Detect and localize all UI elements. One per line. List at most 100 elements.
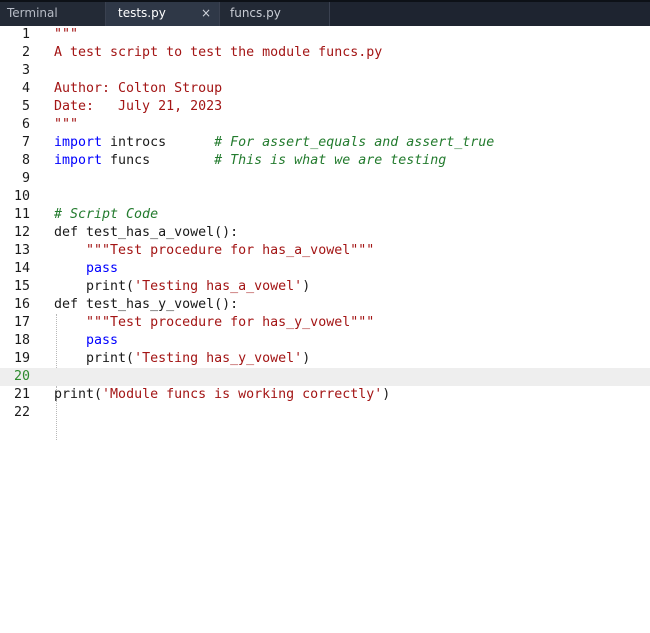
- code-token: print(: [54, 279, 135, 294]
- code-line[interactable]: 4 Author: Colton Stroup: [0, 80, 650, 98]
- code-token: """: [54, 117, 79, 132]
- code-text: import introcs # For assert_equals and a…: [54, 134, 494, 152]
- code-editor[interactable]: 1 """ 2 A test script to test the module fu…: [0, 26, 650, 633]
- code-token: A test script to test the module funcs.p…: [54, 45, 383, 60]
- code-token: print(: [54, 387, 103, 402]
- code-token: def test_has_a_vowel():: [54, 225, 239, 240]
- code-line[interactable]: 11 # Script Code: [0, 206, 650, 224]
- line-number: 15: [13, 279, 30, 294]
- code-token: ): [302, 351, 311, 366]
- tab-funcs-py[interactable]: funcs.py: [220, 2, 330, 26]
- code-line[interactable]: 22: [0, 404, 650, 422]
- code-token: """: [54, 27, 79, 42]
- code-token: def test_has_y_vowel():: [54, 297, 239, 312]
- code-token: # This is what we are testing: [214, 153, 447, 168]
- line-number: 1: [21, 27, 30, 42]
- code-line[interactable]: 17 """Test procedure for has_y_vowel""": [0, 314, 650, 332]
- code-token: 'Testing has_y_vowel': [134, 351, 303, 366]
- code-line[interactable]: 3: [0, 62, 650, 80]
- code-text: A test script to test the module funcs.p…: [54, 44, 382, 62]
- code-line[interactable]: 1 """: [0, 26, 650, 44]
- code-text: import funcs # This is what we are testi…: [54, 152, 446, 170]
- code-token: pass: [86, 261, 119, 276]
- line-number: 21: [13, 387, 30, 402]
- code-line[interactable]: 13 """Test procedure for has_a_vowel""": [0, 242, 650, 260]
- tab-label: tests.py: [118, 6, 166, 20]
- code-line[interactable]: 12 def test_has_a_vowel():: [0, 224, 650, 242]
- code-text: print('Testing has_a_vowel'): [54, 278, 310, 296]
- code-line[interactable]: 10: [0, 188, 650, 206]
- code-line[interactable]: 9: [0, 170, 650, 188]
- line-number: 20: [13, 369, 30, 384]
- line-number: 10: [13, 189, 30, 204]
- code-line[interactable]: 14 pass: [0, 260, 650, 278]
- code-token: # For assert_equals and assert_true: [214, 135, 495, 150]
- code-token: funcs: [102, 153, 215, 168]
- code-token: pass: [86, 333, 119, 348]
- code-text: # Script Code: [54, 206, 158, 224]
- code-text: Author: Colton Stroup: [54, 80, 222, 98]
- line-number: 12: [13, 225, 30, 240]
- line-number: 17: [13, 315, 30, 330]
- code-token: import: [54, 153, 103, 168]
- line-number: 3: [21, 63, 30, 78]
- code-token: 'Module funcs is working correctly': [102, 387, 383, 402]
- code-text: Date: July 21, 2023: [54, 98, 222, 116]
- tab-bar: Terminal tests.py × funcs.py: [0, 0, 650, 26]
- code-token: """Test procedure for has_a_vowel""": [86, 243, 375, 258]
- code-token: Date: July 21, 2023: [54, 99, 223, 114]
- code-token: ): [382, 387, 391, 402]
- code-line[interactable]: 5 Date: July 21, 2023: [0, 98, 650, 116]
- code-text: """: [54, 26, 78, 44]
- code-text: """Test procedure for has_y_vowel""": [54, 314, 374, 332]
- line-number: 8: [21, 153, 30, 168]
- close-icon[interactable]: ×: [201, 2, 211, 25]
- code-line[interactable]: 19 print('Testing has_y_vowel'): [0, 350, 650, 368]
- line-number: 11: [13, 207, 30, 222]
- code-token: ): [302, 279, 311, 294]
- line-number: 13: [13, 243, 30, 258]
- line-number: 19: [13, 351, 30, 366]
- line-number: 16: [13, 297, 30, 312]
- line-number: 6: [21, 117, 30, 132]
- code-line[interactable]: 2 A test script to test the module funcs.…: [0, 44, 650, 62]
- code-text: print('Module funcs is working correctly…: [54, 386, 390, 404]
- code-text: pass: [54, 332, 118, 350]
- line-number: 18: [13, 333, 30, 348]
- code-token: 'Testing has_a_vowel': [134, 279, 303, 294]
- tab-label: funcs.py: [230, 6, 281, 20]
- line-number: 7: [21, 135, 30, 150]
- code-line[interactable]: 18 pass: [0, 332, 650, 350]
- line-number: 14: [13, 261, 30, 276]
- code-text: pass: [54, 260, 118, 278]
- tab-label: Terminal: [7, 6, 58, 20]
- code-token: Author: Colton Stroup: [54, 81, 223, 96]
- code-line[interactable]: 21 print('Module funcs is working correct…: [0, 386, 650, 404]
- code-token: """Test procedure for has_y_vowel""": [86, 315, 375, 330]
- line-number: 22: [13, 405, 30, 420]
- code-text: """Test procedure for has_a_vowel""": [54, 242, 374, 260]
- code-line[interactable]: 6 """: [0, 116, 650, 134]
- code-line[interactable]: 7 import introcs # For assert_equals and …: [0, 134, 650, 152]
- tab-tests-py[interactable]: tests.py ×: [106, 2, 220, 26]
- code-line[interactable]: 16 def test_has_y_vowel():: [0, 296, 650, 314]
- code-token: print(: [54, 351, 135, 366]
- line-number: 2: [21, 45, 30, 60]
- line-number: 4: [21, 81, 30, 96]
- code-line[interactable]: 20: [0, 368, 650, 386]
- code-token: # Script Code: [54, 207, 159, 222]
- line-number: 5: [21, 99, 30, 114]
- code-line[interactable]: 8 import funcs # This is what we are test…: [0, 152, 650, 170]
- line-number: 9: [21, 171, 30, 186]
- code-text: """: [54, 116, 78, 134]
- code-line[interactable]: 15 print('Testing has_a_vowel'): [0, 278, 650, 296]
- code-text: def test_has_y_vowel():: [54, 296, 238, 314]
- tab-terminal[interactable]: Terminal: [0, 2, 106, 26]
- code-token: introcs: [102, 135, 215, 150]
- code-token: import: [54, 135, 103, 150]
- code-text: def test_has_a_vowel():: [54, 224, 238, 242]
- code-text: print('Testing has_y_vowel'): [54, 350, 310, 368]
